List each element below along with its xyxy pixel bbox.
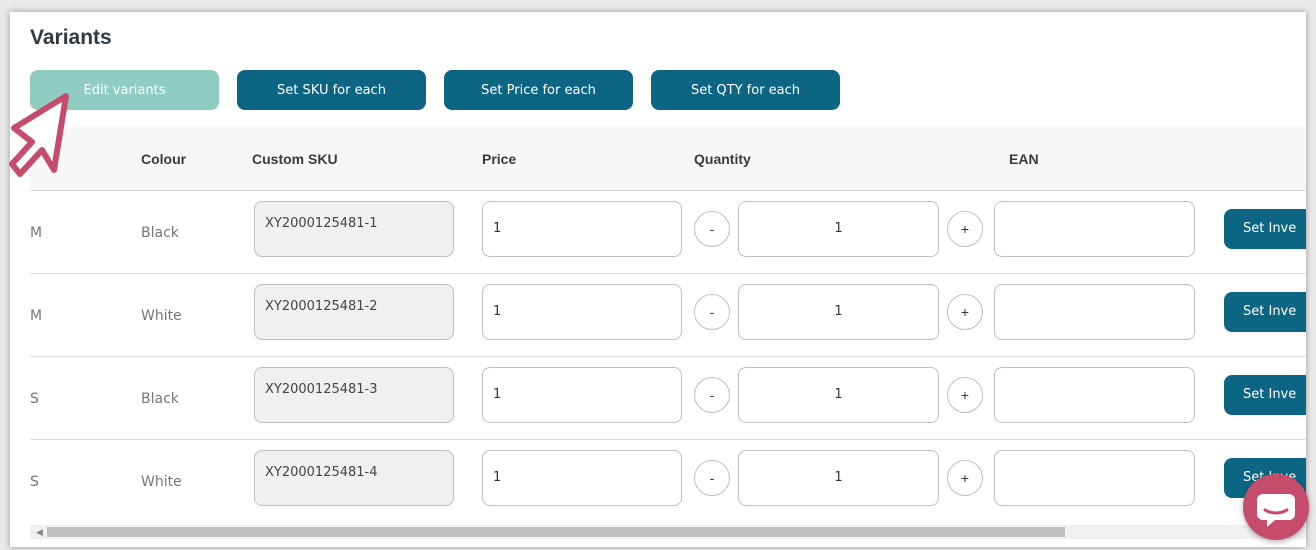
variants-panel: Variants Edit variants Set SKU for each …: [10, 12, 1306, 547]
size-cell: M: [30, 308, 43, 324]
custom-sku-field[interactable]: XY2000125481-3: [254, 367, 454, 423]
increment-button[interactable]: +: [947, 211, 983, 247]
decrement-button[interactable]: -: [694, 211, 730, 247]
increment-button[interactable]: +: [947, 460, 983, 496]
set-inventory-button[interactable]: Set Inve: [1224, 375, 1306, 415]
ean-input[interactable]: [994, 201, 1195, 257]
section-title: Variants: [30, 26, 112, 49]
pointer-cursor-icon: [9, 93, 69, 177]
colour-cell: Black: [141, 225, 179, 241]
scrollbar-thumb[interactable]: [47, 527, 1065, 537]
table-row: M White XY2000125481-2 1 - 1 + Set Inve: [30, 274, 1306, 357]
price-input[interactable]: 1: [482, 450, 682, 506]
table-row: S White XY2000125481-4 1 - 1 + Set Inve: [30, 440, 1306, 523]
increment-button[interactable]: +: [947, 377, 983, 413]
increment-button[interactable]: +: [947, 294, 983, 330]
custom-sku-field[interactable]: XY2000125481-1: [254, 201, 454, 257]
table-row: S Black XY2000125481-3 1 - 1 + Set Inve: [30, 357, 1306, 440]
header-price: Price: [482, 151, 517, 167]
custom-sku-field[interactable]: XY2000125481-4: [254, 450, 454, 506]
set-sku-button[interactable]: Set SKU for each: [237, 70, 426, 110]
quantity-input[interactable]: 1: [738, 284, 939, 340]
set-inventory-button[interactable]: Set Inve: [1224, 292, 1306, 332]
header-colour: Colour: [141, 151, 187, 167]
quantity-input[interactable]: 1: [738, 367, 939, 423]
set-price-button[interactable]: Set Price for each: [444, 70, 633, 110]
colour-cell: White: [141, 308, 182, 324]
ean-input[interactable]: [994, 367, 1195, 423]
size-cell: M: [30, 225, 43, 241]
custom-sku-field[interactable]: XY2000125481-2: [254, 284, 454, 340]
price-input[interactable]: 1: [482, 367, 682, 423]
quantity-input[interactable]: 1: [738, 450, 939, 506]
price-input[interactable]: 1: [482, 201, 682, 257]
size-cell: S: [30, 391, 39, 407]
header-custom-sku: Custom SKU: [252, 151, 338, 167]
header-quantity: Quantity: [694, 151, 751, 167]
chat-bubble-icon: [1257, 494, 1295, 527]
caret-left-icon[interactable]: ◀: [36, 527, 43, 538]
colour-cell: White: [141, 474, 182, 490]
table-header: Colour Custom SKU Price Quantity EAN: [30, 127, 1306, 191]
decrement-button[interactable]: -: [694, 377, 730, 413]
price-input[interactable]: 1: [482, 284, 682, 340]
set-qty-button[interactable]: Set QTY for each: [651, 70, 840, 110]
chat-launcher-button[interactable]: [1243, 474, 1309, 540]
set-inventory-button[interactable]: Set Inve: [1224, 209, 1306, 249]
ean-input[interactable]: [994, 450, 1195, 506]
header-ean: EAN: [1009, 151, 1039, 167]
decrement-button[interactable]: -: [694, 460, 730, 496]
table-row: M Black XY2000125481-1 1 - 1 + Set Inve: [30, 191, 1306, 274]
ean-input[interactable]: [994, 284, 1195, 340]
colour-cell: Black: [141, 391, 179, 407]
decrement-button[interactable]: -: [694, 294, 730, 330]
quantity-input[interactable]: 1: [738, 201, 939, 257]
horizontal-scrollbar[interactable]: ◀: [30, 525, 1306, 539]
size-cell: S: [30, 474, 39, 490]
